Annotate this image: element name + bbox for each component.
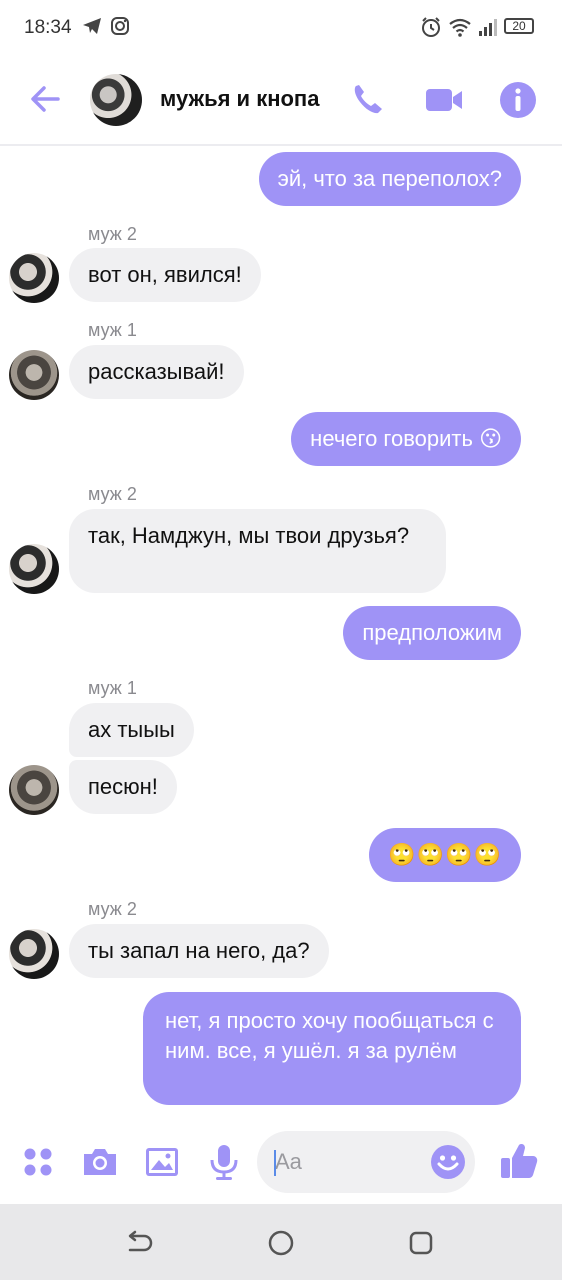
message-bubble-outgoing[interactable]: 🙄🙄🙄🙄	[369, 828, 521, 882]
camera-icon[interactable]	[80, 1142, 120, 1182]
wifi-icon	[449, 18, 471, 37]
microphone-icon[interactable]	[204, 1142, 244, 1182]
message-bubble-incoming[interactable]: вот он, явился!	[69, 248, 261, 302]
emoji-icon[interactable]	[430, 1144, 466, 1180]
chat-title[interactable]: мужья и кнопа	[160, 86, 319, 112]
apps-grid-icon[interactable]	[18, 1142, 58, 1182]
image-icon[interactable]	[142, 1142, 182, 1182]
message-bubble-outgoing[interactable]: предположим	[343, 606, 521, 660]
message-bubble-incoming[interactable]: песюн!	[69, 760, 177, 814]
message-text: ах тыыы	[88, 717, 175, 742]
sender-name: муж 1	[88, 678, 137, 698]
eye-roll-emojis: 🙄🙄🙄🙄	[388, 842, 502, 867]
back-arrow-icon[interactable]	[28, 80, 66, 118]
chat-header: мужья и кнопа	[0, 56, 562, 146]
sender-avatar[interactable]	[9, 253, 59, 303]
message-text: предположим	[362, 620, 502, 645]
message-text: ты запал на него, да?	[88, 938, 310, 963]
battery-level: 20	[512, 19, 526, 33]
message-bubble-incoming[interactable]: ты запал на него, да?	[69, 924, 329, 978]
telegram-icon	[83, 18, 101, 34]
message-text: вот он, явился!	[88, 262, 242, 287]
message-bubble-outgoing[interactable]: нечего говорить 😗	[291, 412, 521, 466]
sender-name: муж 2	[88, 484, 137, 504]
sender-avatar[interactable]	[9, 929, 59, 979]
recents-nav-icon[interactable]	[406, 1228, 436, 1258]
thumbs-up-icon[interactable]	[498, 1140, 540, 1182]
alarm-icon	[422, 17, 440, 37]
message-text: нечего говорить	[310, 426, 473, 451]
status-bar: 18:34 20	[0, 0, 562, 56]
text-cursor	[274, 1150, 276, 1176]
message-composer	[0, 1120, 562, 1204]
video-camera-icon[interactable]	[424, 80, 464, 120]
message-bubble-incoming[interactable]: ах тыыы	[69, 703, 194, 757]
kissing-emoji: 😗	[479, 426, 502, 451]
sender-name: муж 1	[88, 320, 137, 340]
message-bubble-incoming[interactable]: рассказывай!	[69, 345, 244, 399]
home-nav-icon[interactable]	[266, 1228, 296, 1258]
message-text: так, Намджун, мы твои друзья?	[88, 523, 410, 548]
sender-avatar[interactable]	[9, 765, 59, 815]
instagram-icon	[111, 17, 129, 35]
message-bubble-outgoing[interactable]: эй, что за переполох?	[258, 152, 521, 206]
message-text: нет, я просто хочу пообщаться с ним. все…	[165, 1008, 494, 1063]
battery-icon: 20	[504, 18, 534, 34]
message-text: эй, что за переполох?	[277, 166, 502, 191]
message-text: песюн!	[88, 774, 158, 799]
info-icon[interactable]	[498, 80, 538, 120]
message-text: рассказывай!	[88, 359, 225, 384]
back-nav-icon[interactable]	[124, 1228, 154, 1258]
sender-name: муж 2	[88, 224, 137, 244]
signal-icon	[479, 19, 497, 36]
message-bubble-incoming[interactable]: так, Намджун, мы твои друзья?	[69, 509, 446, 593]
status-time: 18:34	[24, 17, 72, 38]
message-bubble-outgoing[interactable]: нет, я просто хочу пообщаться с ним. все…	[143, 992, 521, 1105]
sender-name: муж 2	[88, 899, 137, 919]
sender-avatar[interactable]	[9, 350, 59, 400]
sender-avatar[interactable]	[9, 544, 59, 594]
group-avatar[interactable]	[90, 74, 142, 126]
phone-icon[interactable]	[348, 80, 388, 120]
system-nav-bar	[0, 1204, 562, 1280]
